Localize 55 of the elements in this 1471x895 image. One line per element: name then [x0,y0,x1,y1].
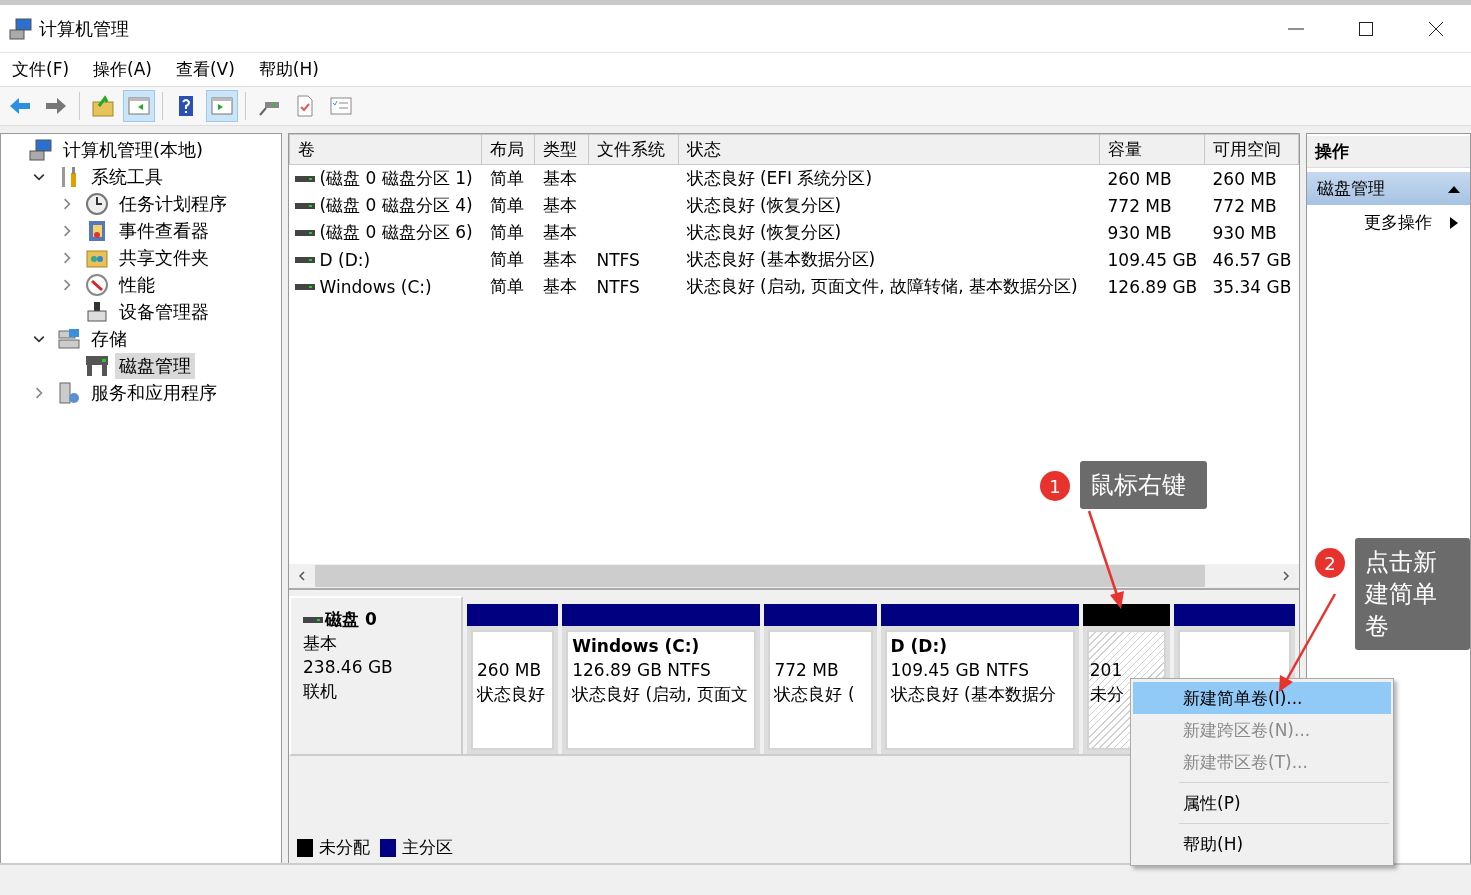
actions-header: 操作 [1307,136,1470,168]
legend-label: 未分配 [319,836,370,859]
disk-name: 磁盘 0 [325,608,377,631]
table-cell: Windows (C:) [319,276,432,297]
table-cell: NTFS [596,276,640,297]
table-cell: 260 MB [1212,168,1277,189]
table-cell: 基本 [542,222,577,242]
table-cell: 简单 [489,222,524,242]
disk-size: 238.46 GB [303,656,394,679]
partition-size: 109.45 GB NTFS [890,659,1030,682]
partition-size: 201 [1089,659,1124,682]
table-cell: 基本 [542,168,577,188]
table-cell: 126.89 GB [1107,276,1198,297]
table-cell: 772 MB [1107,195,1172,216]
table-cell: 简单 [489,168,524,188]
table-cell: 状态良好 (基本数据分区) [686,249,876,269]
partition-status: 状态良好 [477,683,546,706]
partition-title: Windows (C:) [572,635,701,658]
disk-type: 基本 [303,632,338,655]
table-cell: (磁盘 0 磁盘分区 6) [319,221,473,244]
partition-status: 状态良好 ( [774,683,856,706]
partition-size: 260 MB [477,659,543,682]
table-cell: 109.45 GB [1107,249,1198,270]
callout-label: 鼠标右键 [1080,461,1207,509]
table-cell: 基本 [542,249,577,269]
partition-status: 状态良好 (启动, 页面文 [572,683,750,706]
partition-title: D (D:) [890,635,948,658]
partition-size: 126.89 GB NTFS [572,659,712,682]
section-title: 磁盘管理 [1317,177,1385,200]
table-cell: 260 MB [1107,168,1172,189]
table-cell: 930 MB [1107,222,1172,243]
table-cell: 状态良好 (恢复分区) [686,195,842,215]
table-cell: 简单 [489,195,524,215]
table-cell: D (D:) [319,249,371,270]
table-cell: 状态良好 (恢复分区) [686,222,842,242]
table-cell: 772 MB [1212,195,1277,216]
disk-status: 联机 [303,680,338,703]
table-cell: 状态良好 (启动, 页面文件, 故障转储, 基本数据分区) [686,276,1078,296]
table-cell: 基本 [542,195,577,215]
partition-status: 未分 [1089,683,1125,706]
table-cell: 状态良好 (EFI 系统分区) [686,168,873,188]
table-cell: 简单 [489,276,524,296]
callout-label: 点击新建简单卷 [1355,538,1470,650]
table-cell: 35.34 GB [1212,276,1292,297]
table-cell: (磁盘 0 磁盘分区 4) [319,194,473,217]
table-cell: 46.57 GB [1212,249,1292,270]
partition-size: 772 MB [774,659,840,682]
table-cell: 930 MB [1212,222,1277,243]
table-cell: NTFS [596,249,640,270]
window-title: 计算机管理 [39,16,129,41]
legend-label: 主分区 [402,836,453,859]
table-cell: 简单 [489,249,524,269]
table-cell: (磁盘 0 磁盘分区 1) [319,167,473,190]
table-cell: 基本 [542,276,577,296]
partition-status: 状态良好 (基本数据分 [890,683,1057,706]
